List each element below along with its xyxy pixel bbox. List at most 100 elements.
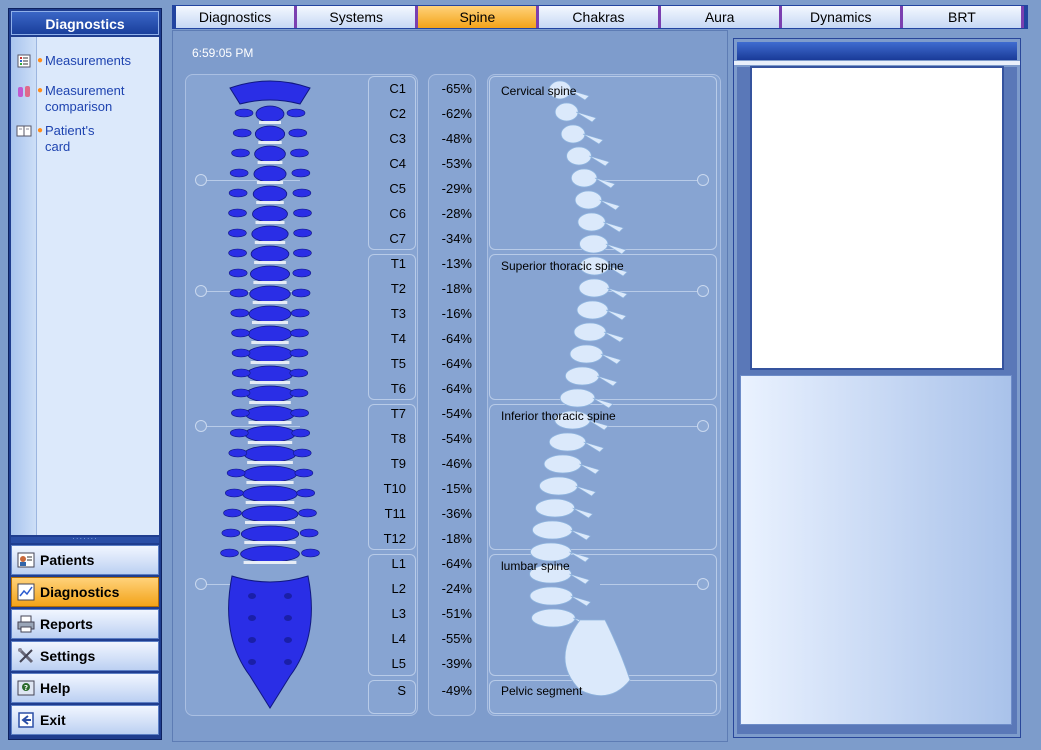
nav-button-label: Help [40,680,71,696]
vertebra-label[interactable]: C4 [360,156,406,171]
vertebra-label[interactable]: T9 [360,456,406,471]
segment-label-inferior-thoracic: Inferior thoracic spine [501,409,616,423]
vertebra-percentage: -15% [441,481,472,496]
inferior-thoracic-group-frame [368,404,416,550]
vertebra-percentage: -64% [441,556,472,571]
bullet-icon: ● [37,55,44,66]
vertebra-label[interactable]: L3 [360,606,406,621]
nav-button-exit[interactable]: Exit [11,705,159,735]
details-panel-header [737,42,1017,60]
vertebra-percentage: -55% [441,631,472,646]
tab-bar: Diagnostics Systems Spine Chakras Aura D… [172,5,1028,29]
tab-spine[interactable]: Spine [418,6,540,28]
vertebra-percentage: -62% [441,106,472,121]
details-text-area[interactable] [740,375,1012,725]
tab-dynamics[interactable]: Dynamics [781,6,903,28]
svg-text:?: ? [24,684,28,692]
nav-button-patients[interactable]: Patients [11,545,159,575]
vertebra-percentage: -54% [441,431,472,446]
vertebra-percentage: -64% [441,356,472,371]
vertebra-percentage: -65% [441,81,472,96]
details-image-area [750,66,1004,370]
vertebra-label[interactable]: L5 [360,656,406,671]
vertebra-label[interactable]: T5 [360,356,406,371]
vertebra-label[interactable]: C7 [360,231,406,246]
nav-button-help[interactable]: ? Help [11,673,159,703]
vertebra-label[interactable]: C6 [360,206,406,221]
bullet-icon: ● [37,125,44,136]
vertebra-percentage: -18% [441,281,472,296]
vertebra-percentage: -54% [441,406,472,421]
help-icon: ? [12,679,40,697]
details-panel-separator [734,61,1020,65]
vertebra-label[interactable]: T11 [360,506,406,521]
vertebra-label[interactable]: T6 [360,381,406,396]
book-icon [11,123,37,138]
vertebra-percentage: -29% [441,181,472,196]
list-icon [11,53,37,68]
segment-label-superior-thoracic: Superior thoracic spine [501,259,624,273]
vertebra-label[interactable]: C1 [360,81,406,96]
left-sidebar: Diagnostics ● Measurements ● Measurement… [8,8,162,740]
vertebra-label[interactable]: T8 [360,431,406,446]
nav-button-label: Patients [40,552,95,568]
patients-icon [12,551,40,569]
vertebra-label[interactable]: C2 [360,106,406,121]
nav-button-label: Reports [40,616,93,632]
tab-aura[interactable]: Aura [660,6,782,28]
spine-side-view-image[interactable] [520,80,650,710]
vertebra-percentage: -34% [441,231,472,246]
vertebra-label[interactable]: T2 [360,281,406,296]
vertebra-label[interactable]: T7 [360,406,406,421]
clock-time: 6:59:05 PM [192,46,254,60]
vertebra-label[interactable]: L1 [360,556,406,571]
sidebar-splitter[interactable]: ······· [11,535,159,543]
segment-label-lumbar: lumbar spine [501,559,570,573]
sidebar-panel: ● Measurements ● Measurement comparison … [11,37,159,535]
vertebra-percentage: -51% [441,606,472,621]
vertebra-label[interactable]: T1 [360,256,406,271]
nav-button-label: Exit [40,712,66,728]
vertebra-label[interactable]: L4 [360,631,406,646]
nav-button-settings[interactable]: Settings [11,641,159,671]
spine-front-view-image[interactable] [200,76,340,716]
chart-icon [12,583,40,601]
vertebra-label[interactable]: T4 [360,331,406,346]
segment-label-cervical: Cervical spine [501,84,577,98]
sidebar-item-label: Measurements [45,53,131,68]
vertebra-percentage: -64% [441,381,472,396]
vertebra-percentage: -53% [441,156,472,171]
vertebra-percentage: -28% [441,206,472,221]
vertebra-percentage: -16% [441,306,472,321]
tab-diagnostics[interactable]: Diagnostics [176,6,298,28]
flasks-icon [11,83,37,98]
sidebar-item-label: Patient's card [45,123,95,154]
vertebra-label[interactable]: S [360,683,406,698]
vertebra-label[interactable]: C3 [360,131,406,146]
vertebra-label[interactable]: T3 [360,306,406,321]
tools-icon [12,647,40,665]
sidebar-item-measurement-comparison[interactable]: ● Measurement comparison [11,83,131,115]
vertebra-percentage: -46% [441,456,472,471]
nav-button-reports[interactable]: Reports [11,609,159,639]
sidebar-item-label: Measurement comparison [45,83,125,114]
tab-brt[interactable]: BRT [902,6,1024,28]
vertebra-label[interactable]: C5 [360,181,406,196]
nav-button-diagnostics[interactable]: Diagnostics [11,577,159,607]
sidebar-title: Diagnostics [11,11,159,35]
vertebra-percentage: -36% [441,506,472,521]
exit-icon [12,711,40,729]
vertebra-label[interactable]: T12 [360,531,406,546]
superior-thoracic-group-frame [368,254,416,400]
sidebar-item-patients-card[interactable]: ● Patient's card [11,123,121,155]
sidebar-item-measurements[interactable]: ● Measurements [11,53,159,69]
vertebra-percentage: -64% [441,331,472,346]
bullet-icon: ● [37,85,44,96]
nav-button-label: Settings [40,648,96,664]
vertebra-label[interactable]: L2 [360,581,406,596]
vertebra-percentage: -39% [441,656,472,671]
vertebra-percentage: -48% [441,131,472,146]
tab-chakras[interactable]: Chakras [539,6,661,28]
tab-systems[interactable]: Systems [297,6,419,28]
vertebra-label[interactable]: T10 [360,481,406,496]
